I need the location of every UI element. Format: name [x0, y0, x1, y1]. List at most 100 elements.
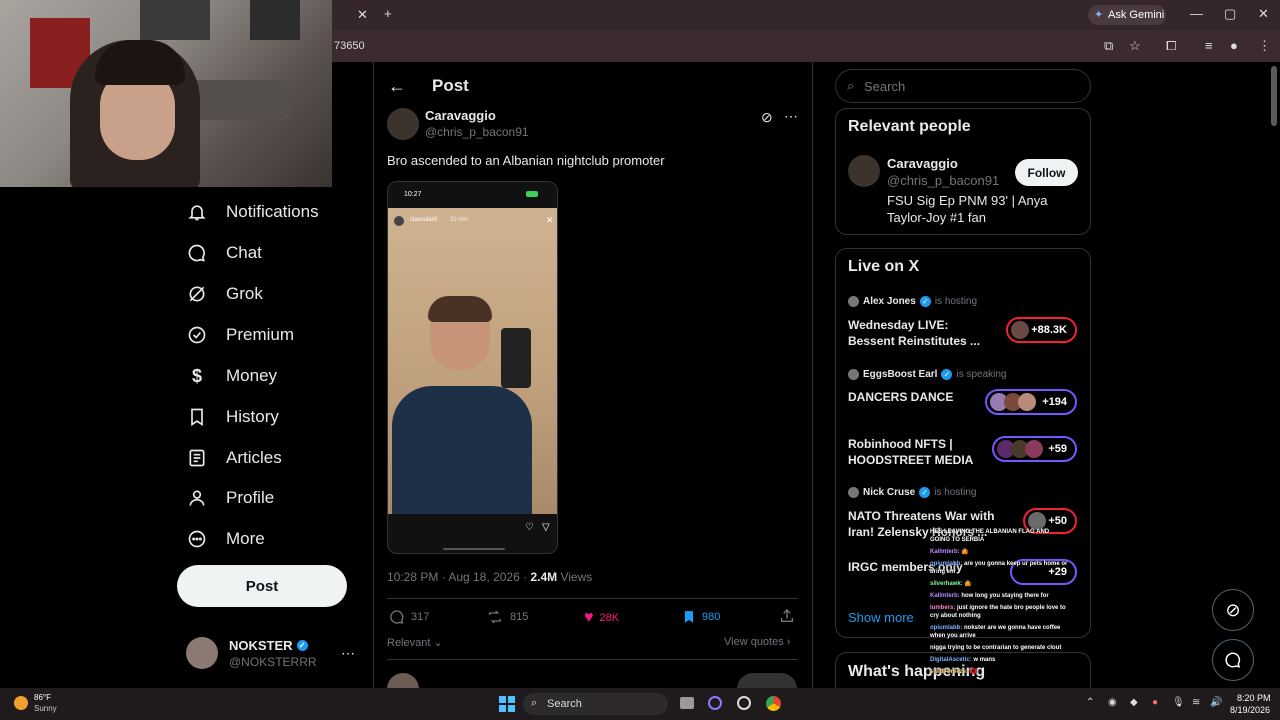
taskbar: 86°F Sunny ⌕ Search ⌃ ◉ ◆ ● 🎙 ≋ 🔊 8:20 P…: [0, 688, 1280, 720]
repost-button[interactable]: 815: [486, 609, 528, 625]
star-icon[interactable]: ☆: [1129, 38, 1141, 54]
search-icon: ⌕: [531, 697, 538, 709]
live-host-row[interactable]: EggsBoost Earl ✓ is speaking: [848, 369, 1007, 380]
person-handle: @chris_p_bacon91: [887, 173, 1000, 188]
reply-submit-button[interactable]: [737, 673, 797, 689]
chrome-icon[interactable]: [766, 696, 781, 711]
ask-gemini-button[interactable]: ✦ Ask Gemini: [1088, 5, 1166, 25]
app-icon[interactable]: [737, 696, 751, 710]
author-avatar[interactable]: [387, 108, 419, 140]
chat-text: 🤷: [964, 581, 972, 587]
sidebar-item-money[interactable]: $ Money: [186, 361, 277, 391]
author-name[interactable]: Caravaggio: [425, 108, 496, 123]
view-quotes-link[interactable]: View quotes ›: [724, 636, 790, 648]
windows-start-icon[interactable]: [499, 696, 515, 712]
like-count: 28K: [599, 612, 620, 624]
live-space-title[interactable]: DANCERS DANCE: [848, 389, 988, 405]
clock-time[interactable]: 8:20 PM: [1237, 693, 1271, 703]
sidebar-item-more[interactable]: More: [186, 524, 265, 554]
live-space-title[interactable]: Wednesday LIVE: Bessent Reinstitutes ...: [848, 317, 988, 349]
chat-fab-button[interactable]: [1212, 639, 1254, 681]
wifi-icon[interactable]: ≋: [1192, 697, 1200, 708]
subject-shirt: [392, 386, 532, 514]
host-avatar: [848, 487, 859, 498]
live-listeners-pill[interactable]: +59: [992, 436, 1077, 462]
sidebar-item-grok[interactable]: Grok: [186, 279, 263, 309]
live-space-title[interactable]: Robinhood NFTS | HOODSTREET MEDIA: [848, 436, 988, 468]
verified-icon: ✓: [941, 369, 953, 380]
person-bio: FSU Sig Ep PNM 93' | Anya Taylor-Joy #1 …: [887, 193, 1048, 225]
media-icon[interactable]: ≡: [1205, 38, 1213, 53]
person-name[interactable]: Caravaggio: [887, 156, 958, 171]
close-tab-icon[interactable]: ✕: [357, 7, 368, 23]
post-more-icon[interactable]: ⋯: [784, 108, 798, 125]
close-window-icon[interactable]: ✕: [1258, 6, 1269, 22]
heart-icon: ♥: [584, 609, 594, 626]
bookmark-button[interactable]: 980: [682, 609, 720, 625]
clock-date[interactable]: 8/19/2026: [1230, 705, 1270, 715]
tray-icon[interactable]: ◆: [1130, 697, 1138, 708]
sidebar-item-notifications[interactable]: Notifications: [186, 197, 319, 227]
like-button[interactable]: ♥ 28K: [584, 609, 619, 627]
follow-button[interactable]: Follow: [1015, 159, 1078, 186]
post-button[interactable]: Post: [177, 565, 347, 607]
tray-icon[interactable]: ●: [1152, 697, 1158, 708]
live-host-row[interactable]: Alex Jones ✓ is hosting: [848, 296, 977, 307]
live-listeners-pill[interactable]: +88.3K: [1006, 317, 1077, 343]
battery-icon: [526, 191, 538, 197]
task-view-icon[interactable]: [680, 697, 694, 709]
scrollbar-thumb[interactable]: [1271, 66, 1277, 126]
listener-count: +50: [1048, 515, 1067, 527]
tray-icon[interactable]: ◉: [1108, 697, 1117, 708]
share-icon[interactable]: [779, 608, 795, 629]
repost-icon: [489, 610, 501, 624]
sidebar-item-chat[interactable]: Chat: [186, 238, 262, 268]
new-tab-icon[interactable]: +: [384, 6, 392, 21]
grok-icon[interactable]: ⊘: [761, 109, 773, 126]
sidebar-item-history[interactable]: History: [186, 402, 279, 432]
profile-avatar-icon[interactable]: ●: [1230, 38, 1238, 53]
chat-message: nigga trying to be contrarian to generat…: [930, 644, 1070, 652]
listener-avatar: [1025, 440, 1043, 458]
person-avatar[interactable]: [848, 155, 880, 187]
app-icon[interactable]: [708, 696, 722, 710]
menu-icon[interactable]: ⋮: [1258, 38, 1271, 54]
back-arrow-icon[interactable]: ←: [388, 76, 406, 97]
maximize-icon[interactable]: ▢: [1224, 6, 1236, 22]
search-input[interactable]: ⌕ Search: [835, 69, 1091, 103]
sidebar-item-profile[interactable]: Profile: [186, 483, 274, 513]
tray-chevron-icon[interactable]: ⌃: [1086, 697, 1094, 708]
grok-fab-button[interactable]: ⊘: [1212, 589, 1254, 631]
account-name-row[interactable]: NOKSTER ✓: [229, 638, 308, 653]
post-text: Bro ascended to an Albanian nightclub pr…: [387, 153, 665, 168]
author-handle[interactable]: @chris_p_bacon91: [425, 125, 529, 139]
nav-label: History: [226, 407, 279, 426]
chat-icon: [1225, 652, 1241, 668]
account-more-icon[interactable]: ⋯: [341, 645, 355, 662]
divider: [387, 598, 798, 599]
live-host-row[interactable]: Nick Cruse ✓ is hosting: [848, 487, 977, 498]
minimize-icon[interactable]: —: [1190, 6, 1203, 21]
reply-button[interactable]: 317: [389, 609, 429, 625]
sidebar-item-premium[interactable]: Premium: [186, 320, 294, 350]
weather-label: Sunny: [34, 704, 57, 713]
verified-icon: ✓: [919, 487, 931, 498]
chat-text: w mans: [973, 657, 996, 663]
chat-message: DigitalAscetic: w mans: [930, 656, 1070, 664]
sidebar-item-articles[interactable]: Articles: [186, 443, 282, 473]
extensions-icon[interactable]: ⧠: [1166, 38, 1176, 54]
taskbar-search[interactable]: ⌕ Search: [523, 693, 668, 715]
volume-icon[interactable]: 🔊: [1210, 697, 1222, 708]
microphone-icon[interactable]: 🎙: [1172, 697, 1185, 708]
cast-icon[interactable]: ⧉: [1104, 38, 1113, 54]
live-listeners-pill[interactable]: +194: [985, 389, 1077, 415]
chat-text: how long you staying there for: [961, 593, 1049, 599]
url-text[interactable]: 73650: [334, 40, 365, 52]
sort-dropdown[interactable]: Relevant ⌄: [387, 636, 443, 649]
show-more-link[interactable]: Show more: [848, 610, 914, 625]
avatar[interactable]: [186, 637, 218, 669]
chat-text: 🤷: [961, 549, 969, 555]
nav-label: Profile: [226, 488, 275, 507]
post-image[interactable]: 10:27 clavsular0 32 min ✕ ♡ ▽: [387, 181, 558, 554]
wall-art-2: [250, 0, 300, 40]
